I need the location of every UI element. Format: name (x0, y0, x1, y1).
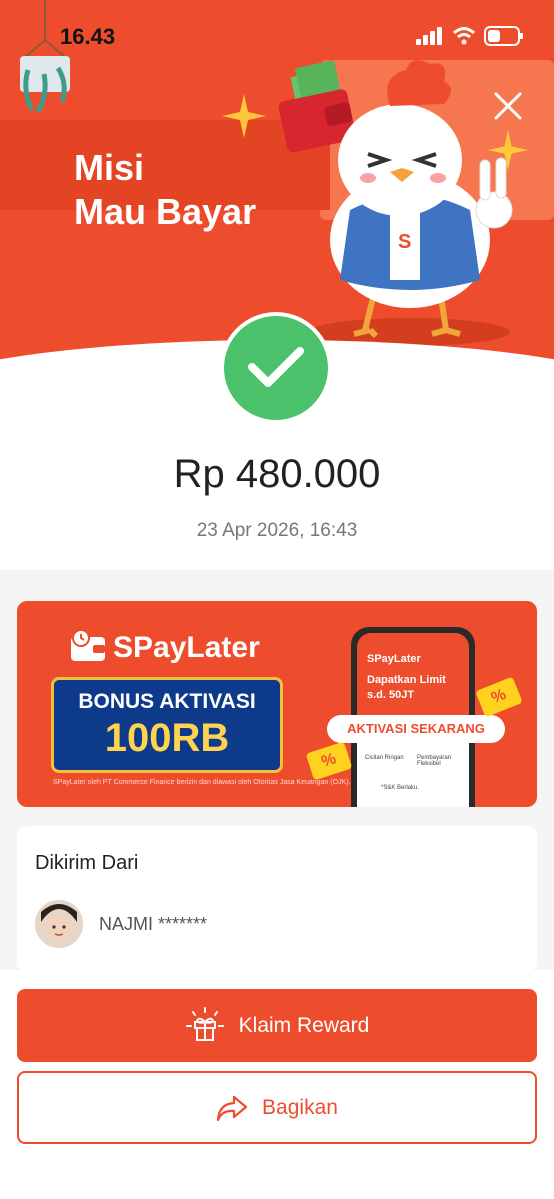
sparkle-icon (488, 130, 528, 170)
avatar-photo-icon (35, 900, 83, 948)
share-arrow-icon (216, 1095, 248, 1121)
share-label: Bagikan (262, 1095, 338, 1119)
phone-terms: *S&K Berlaku. (381, 785, 420, 791)
phone-item-installment: Cicilan Ringan (365, 755, 404, 761)
plant-decoration-icon (20, 0, 70, 114)
wallet-clock-icon (71, 629, 105, 661)
sender-card-title: Dikirim Dari (35, 852, 139, 874)
phone-limit-line1: Dapatkan Limit (367, 674, 446, 686)
promo-bonus-title: BONUS AKTIVASI (78, 690, 256, 713)
svg-text:S: S (398, 231, 411, 253)
success-badge (220, 312, 332, 424)
claim-reward-button[interactable]: Klaim Reward (17, 989, 537, 1062)
transaction-amount: Rp 480.000 (173, 452, 381, 496)
sparkle-icon (222, 94, 266, 138)
close-button[interactable] (492, 90, 524, 122)
phone-limit-line2: s.d. 50JT (367, 689, 415, 701)
sender-name: NAJMI ******* (99, 914, 208, 934)
promo-brand: SPayLater (113, 631, 260, 664)
close-icon (494, 92, 522, 120)
success-circle (224, 316, 328, 420)
discount-coupon-icon: % (305, 741, 353, 781)
promo-bonus-ticket: BONUS AKTIVASI 100RB (51, 677, 283, 773)
wifi-icon (452, 27, 476, 45)
promo-fine-print: SPayLater oleh PT Commerce Finance beriz… (53, 779, 351, 786)
spaylater-promo-banner[interactable]: SPayLater BONUS AKTIVASI 100RB SPayLater… (17, 601, 537, 807)
transaction-datetime: 23 Apr 2026, 16:43 (196, 520, 358, 541)
share-button[interactable]: Bagikan (17, 1071, 537, 1144)
sender-avatar (35, 900, 83, 948)
phone-brand: SPayLater (367, 653, 421, 665)
phone-limit-text: Dapatkan Limit s.d. 50JT (367, 673, 446, 703)
discount-coupon-icon: % (475, 676, 523, 718)
promo-bonus-amount: 100RB (104, 716, 230, 760)
check-icon (248, 347, 304, 387)
activate-now-button[interactable]: AKTIVASI SEKARANG (327, 715, 505, 743)
signal-icon (416, 27, 442, 45)
hero-title-line1: Misi (74, 147, 145, 188)
hero-title: Misi Mau Bayar (74, 146, 256, 234)
hero-title-line2: Mau Bayar (74, 191, 257, 232)
status-bar-icons (416, 26, 524, 46)
status-bar-time: 16.43 (60, 24, 116, 49)
claim-reward-label: Klaim Reward (238, 1013, 370, 1037)
battery-icon (484, 26, 523, 46)
sender-card: Dikirim Dari NAJMI ******* (17, 826, 537, 972)
phone-item-flexible: Pembayaran Fleksibel (417, 755, 452, 767)
gift-icon (185, 1006, 224, 1041)
